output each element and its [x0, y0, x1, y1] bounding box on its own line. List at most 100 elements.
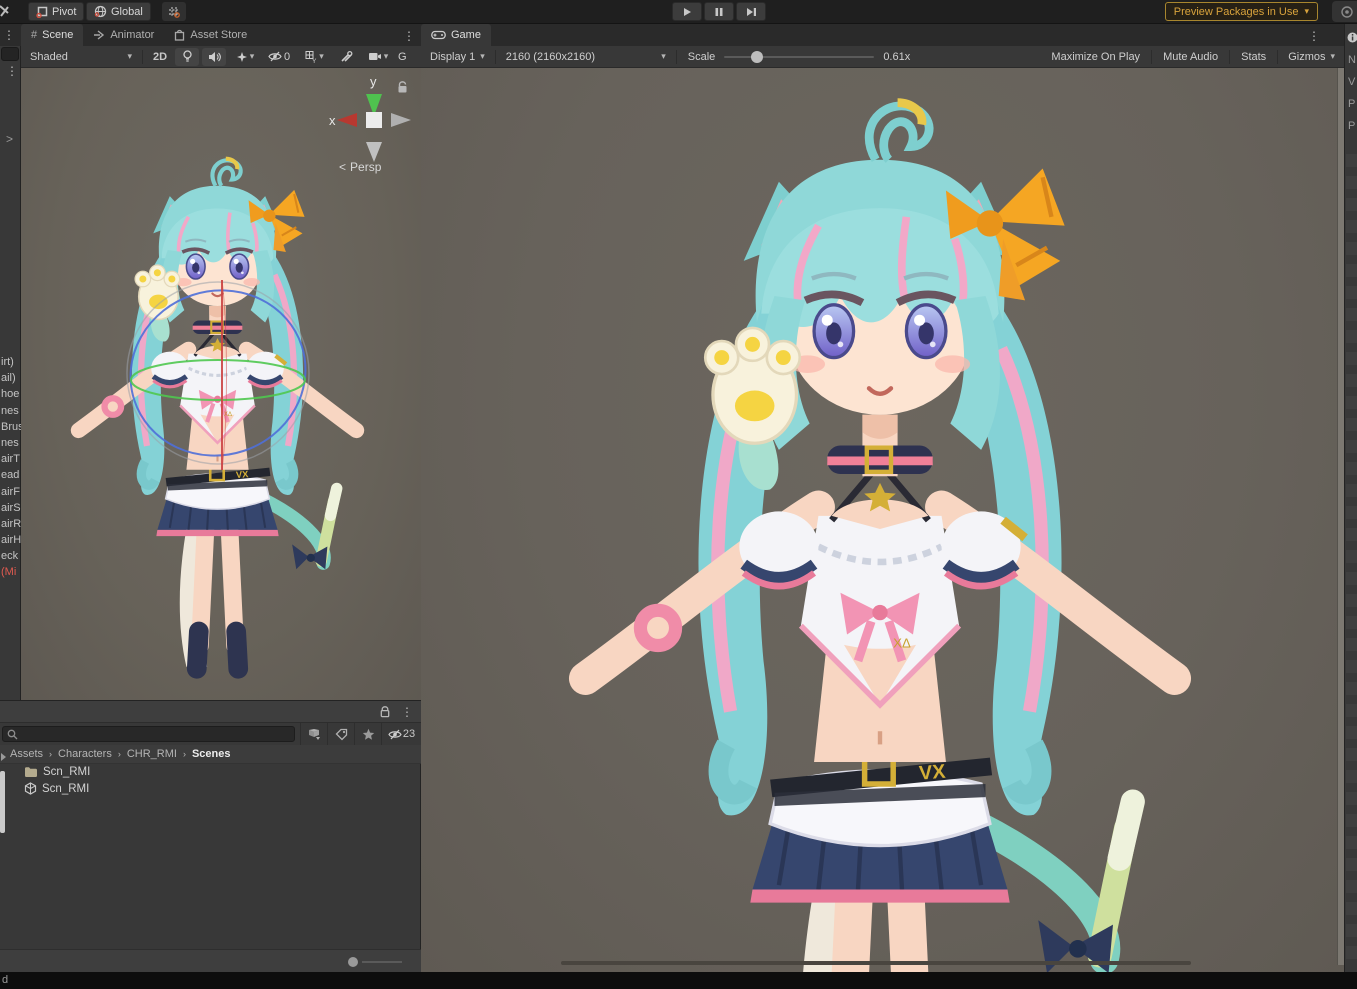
- grid-axis-icon: Y: [304, 50, 317, 63]
- axis-x-cone[interactable]: [337, 113, 357, 127]
- project-scrollbar[interactable]: [0, 771, 5, 833]
- info-icon: [1347, 32, 1357, 43]
- hierarchy-item-missing[interactable]: (Mi: [0, 564, 21, 580]
- gamepad-icon: [431, 30, 446, 40]
- pivot-icon: [36, 6, 48, 18]
- tab-game[interactable]: Game: [421, 24, 491, 46]
- scale-label: Scale: [682, 51, 722, 63]
- preview-packages-button[interactable]: Preview Packages in Use ▾: [1165, 2, 1318, 21]
- scale-slider-thumb[interactable]: [751, 51, 763, 63]
- expand-panel-arrow[interactable]: >: [6, 132, 13, 146]
- project-tree-expander[interactable]: [1, 753, 6, 761]
- project-item-scene[interactable]: Scn_RMI: [0, 781, 421, 798]
- tab-scene[interactable]: # Scene: [21, 24, 83, 46]
- playmode-controls: [672, 2, 766, 21]
- hierarchy-item[interactable]: irt): [0, 354, 21, 370]
- hierarchy-item[interactable]: hoe: [0, 386, 21, 402]
- maximize-on-play-toggle[interactable]: Maximize On Play: [1045, 51, 1146, 63]
- scale-slider[interactable]: [724, 56, 874, 58]
- scene-viewport[interactable]: y x < Persp: [21, 68, 421, 700]
- cloud-services-button[interactable]: [1332, 1, 1357, 22]
- hierarchy-item[interactable]: nes: [0, 435, 21, 451]
- step-icon: [746, 7, 757, 17]
- step-button[interactable]: [736, 2, 766, 21]
- breadcrumb-item-current[interactable]: Scenes: [192, 748, 231, 760]
- tab-animator[interactable]: Animator: [83, 24, 164, 46]
- hierarchy-item[interactable]: airH: [0, 532, 21, 548]
- axis-center-cube[interactable]: [366, 112, 382, 128]
- hierarchy-item[interactable]: airF: [0, 484, 21, 500]
- kebab-menu-icon[interactable]: ⋮: [403, 30, 415, 42]
- inspector-panel-sliver: N V P P: [1344, 24, 1357, 972]
- axis-y-label: y: [370, 74, 377, 89]
- hierarchy-item[interactable]: eck: [0, 548, 21, 564]
- lock-icon[interactable]: [396, 80, 409, 95]
- hierarchy-item[interactable]: nes: [0, 403, 21, 419]
- pause-button[interactable]: [704, 2, 734, 21]
- scene-effects-dropdown[interactable]: ▾: [229, 48, 261, 66]
- scene-lighting-button[interactable]: [175, 48, 199, 66]
- search-by-label-button[interactable]: [327, 723, 354, 745]
- scene-audio-button[interactable]: [202, 48, 226, 66]
- project-item-folder[interactable]: Scn_RMI: [0, 764, 421, 781]
- mute-audio-toggle[interactable]: Mute Audio: [1157, 51, 1224, 63]
- shading-mode-dropdown[interactable]: Shaded ▾: [25, 48, 137, 66]
- game-panel: Game ⋮ Display 1 ▾ 2160 (2160x2160) ▾ Sc…: [421, 24, 1344, 972]
- hierarchy-item[interactable]: Brus: [0, 419, 21, 435]
- axis-cone-right[interactable]: [391, 113, 411, 127]
- global-button[interactable]: Global: [86, 2, 151, 21]
- breadcrumb-item[interactable]: Characters: [58, 748, 112, 760]
- gizmos-dropdown[interactable]: Gizmos ▾: [1283, 48, 1340, 66]
- stats-toggle[interactable]: Stats: [1235, 51, 1272, 63]
- tab-asset-store[interactable]: Asset Store: [164, 24, 257, 46]
- inspector-cropped-rows: [1346, 154, 1357, 964]
- chevron-down-icon: ▾: [480, 51, 485, 62]
- main-toolbar: Pivot Global: [0, 0, 1357, 24]
- kebab-menu-icon[interactable]: ⋮: [1308, 30, 1320, 42]
- game-horizontal-scrollbar[interactable]: [561, 961, 1191, 965]
- play-button[interactable]: [672, 2, 702, 21]
- scene-tools-button[interactable]: [334, 48, 358, 66]
- grid-visibility-dropdown[interactable]: Y ▾: [297, 48, 331, 66]
- asset-store-bag-icon: [174, 29, 185, 41]
- game-vertical-scrollbar[interactable]: [1337, 68, 1344, 965]
- inspector-fragment: P: [1348, 120, 1355, 132]
- hierarchy-item[interactable]: airS: [0, 500, 21, 516]
- snap-grid-button[interactable]: [162, 2, 186, 21]
- unity-scene-icon: [24, 782, 37, 795]
- toggle-2d-button[interactable]: 2D: [148, 48, 172, 66]
- resolution-dropdown[interactable]: 2160 (2160x2160) ▾: [501, 48, 671, 66]
- scene-camera-dropdown[interactable]: ▾: [361, 48, 395, 66]
- breadcrumb-separator-icon: ›: [118, 749, 121, 759]
- axis-cone-down[interactable]: [366, 142, 382, 162]
- project-search-input[interactable]: [2, 726, 295, 742]
- play-icon: [682, 7, 692, 17]
- kebab-menu-icon[interactable]: ⋮: [401, 706, 413, 718]
- kebab-menu-icon[interactable]: ⋮: [3, 29, 15, 41]
- breadcrumb: Assets › Characters › CHR_RMI › Scenes: [0, 745, 421, 764]
- display-dropdown[interactable]: Display 1 ▾: [425, 48, 490, 66]
- hidden-objects-toggle[interactable]: 0: [264, 48, 294, 66]
- game-viewport[interactable]: [421, 68, 1344, 972]
- hierarchy-item[interactable]: ail): [0, 370, 21, 386]
- hierarchy-item[interactable]: airR: [0, 516, 21, 532]
- breadcrumb-item[interactable]: CHR_RMI: [127, 748, 177, 760]
- hierarchy-panel-sliver: ⋮ ⋮ > irt) ail) hoe nes Brus nes airT ea…: [0, 24, 21, 700]
- thumbnail-zoom-slider-track[interactable]: [362, 961, 402, 963]
- thumbnail-zoom-slider-thumb[interactable]: [348, 957, 358, 967]
- unlock-icon[interactable]: [379, 705, 391, 719]
- hierarchy-item[interactable]: airT: [0, 451, 21, 467]
- kebab-menu-icon[interactable]: ⋮: [6, 65, 18, 77]
- cut-off-tool-icon[interactable]: [0, 3, 12, 21]
- search-by-type-button[interactable]: [300, 723, 327, 745]
- hierarchy-item[interactable]: ead: [0, 467, 21, 483]
- breadcrumb-item[interactable]: Assets: [10, 748, 43, 760]
- favorites-button[interactable]: [354, 723, 381, 745]
- display-label: Display 1: [430, 51, 475, 63]
- perspective-toggle[interactable]: < Persp: [339, 160, 381, 174]
- hidden-count-toggle[interactable]: 23: [381, 723, 421, 745]
- shading-mode-label: Shaded: [30, 51, 68, 63]
- folder-icon: [24, 766, 38, 778]
- hierarchy-search-input[interactable]: [1, 47, 19, 61]
- pivot-button[interactable]: Pivot: [28, 2, 84, 21]
